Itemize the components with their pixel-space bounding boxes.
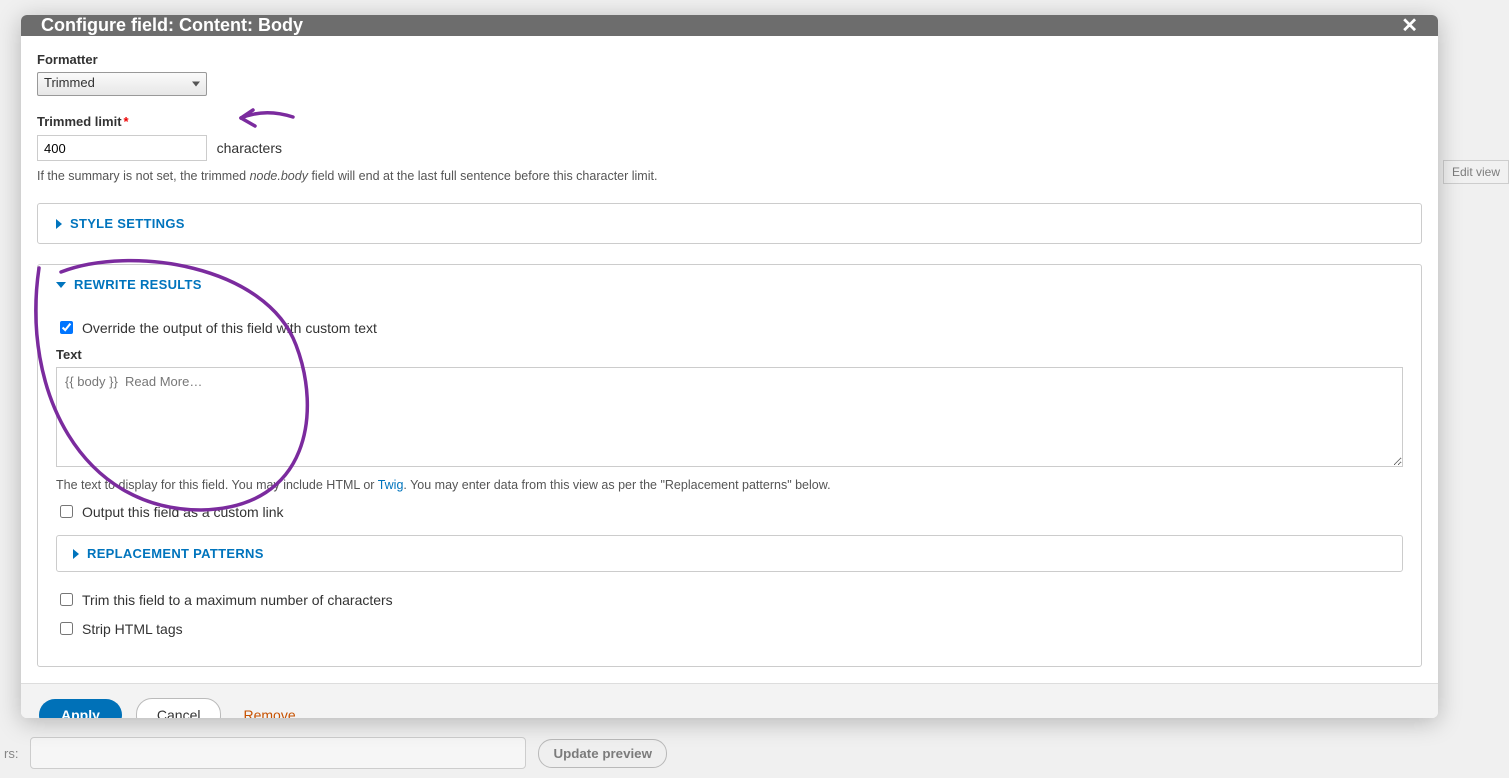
filters-label: rs: (4, 746, 18, 761)
chevron-right-icon (56, 219, 62, 229)
trimmed-limit-description: If the summary is not set, the trimmed n… (37, 169, 1422, 183)
chevron-right-icon (73, 549, 79, 559)
trimmed-limit-suffix: characters (217, 140, 282, 156)
filters-input[interactable] (30, 737, 526, 769)
required-marker: * (124, 114, 129, 129)
apply-button[interactable]: Apply (39, 699, 122, 718)
twig-link[interactable]: Twig (378, 478, 404, 492)
replacement-patterns-summary[interactable]: REPLACEMENT PATTERNS (57, 536, 1402, 571)
remove-link[interactable]: Remove (243, 707, 295, 718)
trimmed-limit-input[interactable] (37, 135, 207, 161)
trim-field-label: Trim this field to a maximum number of c… (82, 592, 393, 608)
trim-field-checkbox[interactable] (60, 593, 73, 606)
strip-html-label: Strip HTML tags (82, 621, 183, 637)
override-output-label: Override the output of this field with c… (82, 320, 377, 336)
text-label: Text (56, 347, 1403, 362)
dialog-header: Configure field: Content: Body ✕ (21, 15, 1438, 36)
formatter-value: Trimmed (44, 75, 95, 90)
rewrite-text-help: The text to display for this field. You … (56, 478, 1403, 492)
trimmed-limit-label: Trimmed limit (37, 114, 122, 129)
formatter-select[interactable]: Trimmed (37, 72, 207, 96)
cancel-button[interactable]: Cancel (136, 698, 222, 718)
custom-link-checkbox[interactable] (60, 505, 73, 518)
formatter-label: Formatter (37, 52, 1422, 67)
override-output-checkbox[interactable] (60, 321, 73, 334)
rewrite-results-label: REWRITE RESULTS (74, 277, 202, 292)
rewrite-results-details: REWRITE RESULTS Override the output of t… (37, 264, 1422, 667)
replacement-patterns-label: REPLACEMENT PATTERNS (87, 546, 264, 561)
configure-field-dialog: Configure field: Content: Body ✕ Formatt… (21, 15, 1438, 718)
dialog-footer: Apply Cancel Remove (21, 683, 1438, 718)
close-icon[interactable]: ✕ (1401, 16, 1418, 36)
style-settings-details: STYLE SETTINGS (37, 203, 1422, 244)
dialog-title: Configure field: Content: Body (41, 15, 303, 36)
rewrite-results-summary[interactable]: REWRITE RESULTS (38, 265, 1421, 304)
dialog-body[interactable]: Formatter Trimmed Trimmed limit* charact… (21, 36, 1438, 683)
chevron-down-icon (56, 282, 66, 288)
strip-html-checkbox[interactable] (60, 622, 73, 635)
rewrite-text-textarea[interactable] (56, 367, 1403, 467)
style-settings-label: STYLE SETTINGS (70, 216, 185, 231)
update-preview-button[interactable]: Update preview (538, 739, 667, 768)
edit-view-button[interactable]: Edit view (1443, 160, 1509, 184)
style-settings-summary[interactable]: STYLE SETTINGS (38, 204, 1421, 243)
custom-link-label: Output this field as a custom link (82, 504, 284, 520)
replacement-patterns-details: REPLACEMENT PATTERNS (56, 535, 1403, 572)
